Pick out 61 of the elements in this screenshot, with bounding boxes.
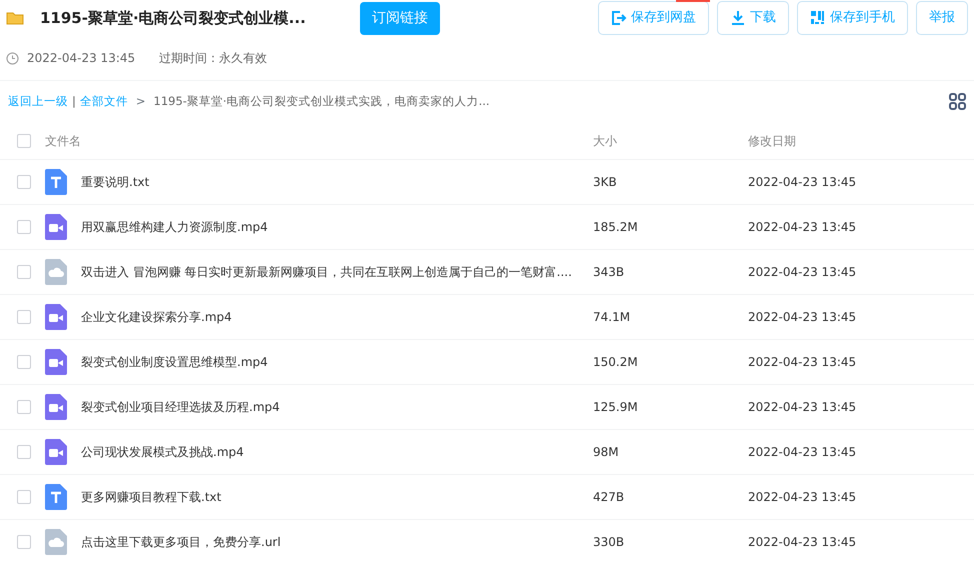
row-checkbox[interactable]: [17, 355, 31, 369]
file-size: 98M: [593, 444, 620, 461]
file-size: 3KB: [593, 174, 618, 191]
expiry-text: 过期时间：永久有效: [159, 50, 268, 67]
file-size: 74.1M: [593, 309, 632, 326]
cloud-file-icon: [45, 259, 67, 285]
download-icon: [730, 10, 746, 26]
column-header: 文件名: [45, 132, 82, 150]
modified-date: 2022-04-23 13:45: [748, 534, 856, 551]
file-name[interactable]: 裂变式创业制度设置思维模型.mp4: [81, 353, 268, 371]
separator-text: |: [72, 92, 76, 110]
row-checkbox[interactable]: [17, 490, 31, 504]
file-size: 125.9M: [593, 399, 639, 416]
modified-date: 2022-04-23 13:45: [748, 489, 856, 506]
text-file-icon: [45, 169, 67, 195]
file-name[interactable]: 点击这里下载更多项目，免费分享.url: [81, 533, 281, 551]
qr-code-icon: [810, 10, 826, 26]
video-file-icon: [45, 394, 67, 420]
modified-date: 2022-04-23 13:45: [748, 174, 856, 191]
modified-date: 2022-04-23 13:45: [748, 399, 856, 416]
column-header: 修改日期: [748, 132, 796, 150]
file-size: 427B: [593, 489, 626, 506]
text-file-icon: [45, 484, 67, 510]
row-checkbox[interactable]: [17, 265, 31, 279]
video-file-icon: [45, 214, 67, 240]
file-name[interactable]: 企业文化建设探索分享.mp4: [81, 308, 232, 326]
breadcrumb-arrow: >: [136, 92, 146, 110]
file-size: 185.2M: [593, 219, 639, 236]
folder-icon: [6, 11, 24, 25]
file-name[interactable]: 裂变式创业项目经理选拔及历程.mp4: [81, 398, 280, 416]
modified-date: 2022-04-23 13:45: [748, 354, 856, 371]
clock-icon: [6, 52, 19, 64]
file-name[interactable]: 更多网赚项目教程下载.txt: [81, 488, 222, 506]
row-checkbox[interactable]: [17, 310, 31, 324]
video-file-icon: [45, 349, 67, 375]
row-checkbox[interactable]: [17, 175, 31, 189]
modified-date: 2022-04-23 13:45: [748, 264, 856, 281]
row-checkbox[interactable]: [17, 220, 31, 234]
modified-date: 2022-04-23 13:45: [748, 309, 856, 326]
share-title: 1195-聚草堂·电商公司裂变式创业模...: [40, 8, 306, 29]
video-file-icon: [45, 439, 67, 465]
save-icon: [611, 10, 627, 26]
share-time: 2022-04-23 13:45: [27, 50, 136, 67]
file-name[interactable]: 双击进入 冒泡网赚 每日实时更新最新网赚项目，共同在互联网上创造属于自己的一笔财富....: [81, 263, 572, 281]
row-checkbox[interactable]: [17, 445, 31, 459]
current-folder: 1195-聚草堂·电商公司裂变式创业模式实践，电商卖家的人力...: [154, 92, 490, 110]
row-checkbox[interactable]: [17, 535, 31, 549]
row-checkbox[interactable]: [17, 400, 31, 414]
file-size: 150.2M: [593, 354, 639, 371]
modified-date: 2022-04-23 13:45: [748, 219, 856, 236]
file-name[interactable]: 用双赢思维构建人力资源制度.mp4: [81, 218, 268, 236]
select-all-checkbox[interactable]: [17, 134, 31, 148]
file-name[interactable]: 重要说明.txt: [81, 173, 150, 191]
file-size: 343B: [593, 264, 626, 281]
column-header: 大小: [593, 132, 618, 150]
file-size: 330B: [593, 534, 626, 551]
grid-view-icon[interactable]: [949, 93, 966, 110]
cloud-file-icon: [45, 529, 67, 555]
file-name[interactable]: 公司现状发展模式及挑战.mp4: [81, 443, 244, 461]
video-file-icon: [45, 304, 67, 330]
modified-date: 2022-04-23 13:45: [748, 444, 856, 461]
